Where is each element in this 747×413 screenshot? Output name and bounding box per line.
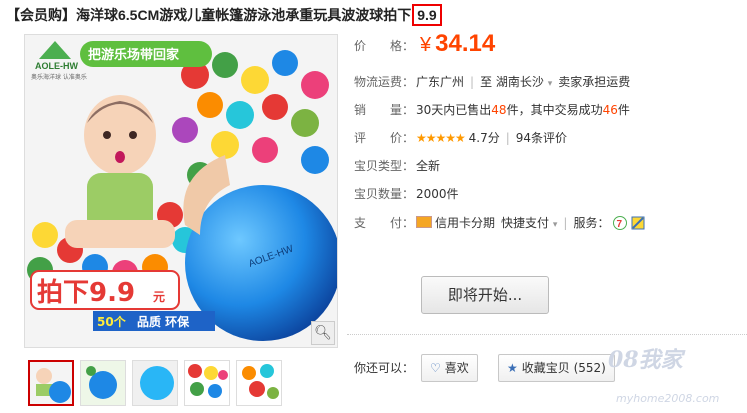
condition-row: 宝贝类型： 全新 bbox=[354, 156, 440, 176]
shipping-note: 卖家承担运费 bbox=[558, 75, 631, 89]
stock-value: 2000件 bbox=[416, 187, 459, 201]
watermark-url: myhome2008.com bbox=[616, 392, 720, 405]
promo-tags-text: 品质 环保 bbox=[137, 314, 190, 329]
actions-label: 你还可以： bbox=[354, 361, 415, 375]
thumbnail-1[interactable] bbox=[28, 360, 74, 406]
price-amount: 34.14 bbox=[435, 30, 496, 57]
payment-row: 支 付： 信用卡分期 快捷支付 ▾ | 服务： 7 bbox=[354, 213, 645, 233]
condition-label: 宝贝类型： bbox=[354, 159, 415, 173]
fast-pay[interactable]: 快捷支付 bbox=[501, 216, 549, 230]
promo-unit-text: 元 bbox=[153, 290, 165, 304]
favorite-button[interactable]: ★ 收藏宝贝 (552) bbox=[498, 354, 615, 382]
svg-text:7: 7 bbox=[617, 219, 623, 230]
thumbnail-4[interactable] bbox=[184, 360, 230, 406]
product-title-text: 【会员购】海洋球6.5CM游戏儿童帐篷游泳池承重玩具波波球拍下 bbox=[6, 7, 412, 23]
thumbnail-3[interactable] bbox=[132, 360, 178, 406]
brand-logo-sub: 奥乐海洋球 认准奥乐 bbox=[31, 73, 87, 81]
price-highlight-box: 9.9 bbox=[412, 4, 442, 26]
rating-label: 评 价： bbox=[354, 131, 415, 145]
price-row: 价 格： bbox=[354, 36, 416, 56]
brand-logo-text: AOLE-HW bbox=[35, 61, 78, 71]
seven-day-return-icon[interactable]: 7 bbox=[613, 216, 628, 230]
service-label: 服务： bbox=[573, 216, 610, 230]
shipping-to[interactable]: 至 湖南长沙 bbox=[480, 75, 544, 89]
stock-row: 宝贝数量： 2000件 bbox=[354, 184, 459, 204]
currency-symbol: ¥ bbox=[420, 34, 432, 56]
shipping-from[interactable]: 广东广州 bbox=[416, 75, 464, 89]
heart-icon: ♡ bbox=[430, 361, 441, 375]
sales-text-1: 30天内已售出 bbox=[416, 103, 492, 117]
buy-button[interactable]: 即将开始... bbox=[421, 276, 549, 314]
watermark: 08我家 bbox=[608, 347, 683, 373]
chevron-down-icon[interactable]: ▾ bbox=[553, 220, 558, 230]
star-rating-icon: ★★★★★ bbox=[416, 131, 466, 145]
success-count: 46 bbox=[602, 103, 618, 117]
chevron-down-icon[interactable]: ▾ bbox=[548, 79, 553, 89]
condition-value: 全新 bbox=[416, 159, 441, 173]
promo-badge-text: 50个 bbox=[97, 314, 127, 329]
banner-text: 把游乐场带回家 bbox=[88, 47, 180, 63]
product-photo: AOLE-HW AOLE-HW 奥乐海洋球 认准奥乐 把游乐场带回家 拍下9.9… bbox=[25, 35, 337, 347]
sales-text-3: 件 bbox=[617, 103, 630, 117]
rating-row: 评 价： ★★★★★ 4.7分 | 94条评价 bbox=[354, 128, 567, 148]
sales-label: 销 量： bbox=[354, 103, 415, 117]
payment-label: 支 付： bbox=[354, 216, 415, 230]
sales-row: 销 量： 30天内已售出48件，其中交易成功46件 bbox=[354, 100, 630, 120]
thumbnail-2[interactable] bbox=[80, 360, 126, 406]
promo-main-text: 拍下9.9 bbox=[37, 278, 135, 308]
like-label: 喜欢 bbox=[444, 361, 469, 375]
shipping-row: 物流运费： 广东广州 | 至 湖南长沙 ▾ 卖家承担运费 bbox=[354, 72, 630, 92]
stock-label: 宝贝数量： bbox=[354, 187, 415, 201]
favorite-label: 收藏宝贝 (552) bbox=[521, 361, 606, 375]
product-title: 【会员购】海洋球6.5CM游戏儿童帐篷游泳池承重玩具波波球拍下 9.9 bbox=[6, 4, 442, 26]
actions-row: 你还可以： bbox=[354, 358, 414, 378]
sold-count: 48 bbox=[491, 103, 507, 117]
sales-text-2: 件，其中交易成功 bbox=[506, 103, 603, 117]
star-icon: ★ bbox=[507, 361, 518, 375]
credit-installment[interactable]: 信用卡分期 bbox=[435, 216, 495, 230]
zoom-icon[interactable]: 🔍︎ bbox=[311, 321, 335, 345]
reviews-link[interactable]: 94条评价 bbox=[516, 131, 567, 145]
rating-score: 4.7分 bbox=[468, 131, 500, 145]
credit-card-icon bbox=[416, 216, 432, 228]
main-product-image[interactable]: AOLE-HW AOLE-HW 奥乐海洋球 认准奥乐 把游乐场带回家 拍下9.9… bbox=[24, 34, 338, 348]
guarantee-icon[interactable] bbox=[631, 216, 645, 230]
divider bbox=[347, 334, 747, 335]
shipping-label: 物流运费： bbox=[354, 75, 415, 89]
like-button[interactable]: ♡ 喜欢 bbox=[421, 354, 478, 382]
thumbnail-5[interactable] bbox=[236, 360, 282, 406]
price-label: 价 格： bbox=[354, 39, 415, 53]
price-value: ¥34.14 bbox=[420, 30, 495, 58]
